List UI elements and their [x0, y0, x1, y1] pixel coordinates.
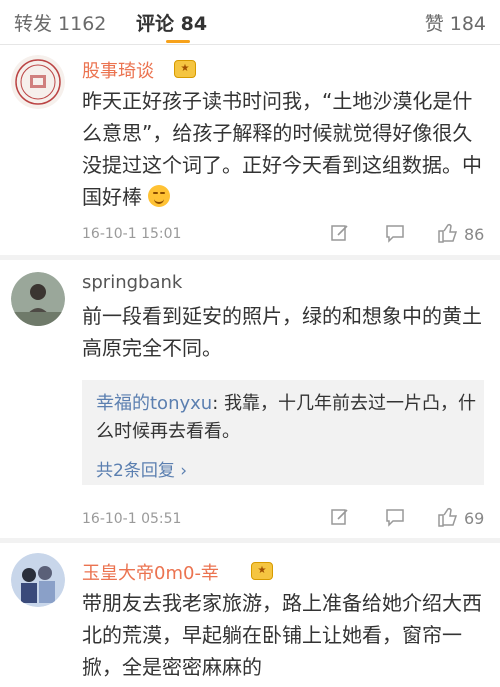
avatar[interactable] [11, 55, 65, 109]
reply-username[interactable]: 幸福的tonyxu [96, 393, 212, 414]
comment-username[interactable]: 股事琦谈 [82, 57, 154, 83]
tab-comments[interactable]: 评论 84 [136, 9, 207, 36]
comment-item: 玉皇大帝0m0-幸 ★ 带朋友去我老家旅游，路上准备给她介绍大西北的荒漠，早起躺… [0, 543, 500, 687]
edit-icon[interactable] [330, 507, 350, 527]
reply-box[interactable]: 幸福的tonyxu: 我靠，十几年前去过一片凸，什么时候再去看看。 共2条回复 … [82, 380, 484, 485]
like-count: 69 [464, 509, 485, 528]
edit-icon[interactable] [330, 223, 350, 243]
vip-badge-icon: ★ [174, 60, 196, 78]
active-tab-indicator [166, 40, 190, 43]
comment-text: 带朋友去我老家旅游，路上准备给她介绍大西北的荒漠，早起躺在卧铺上让她看，窗帘一掀… [82, 591, 482, 679]
avatar-seal-icon [11, 55, 65, 109]
comment-username[interactable]: 玉皇大帝0m0-幸 [82, 559, 219, 585]
thumbs-up-icon[interactable] [437, 222, 459, 244]
tab-likes[interactable]: 赞 184 [425, 9, 486, 36]
comment-item: 股事琦谈 ★ 昨天正好孩子读书时问我，“土地沙漠化是什么意思”，给孩子解释的时候… [0, 45, 500, 255]
avatar-photo-icon [11, 272, 65, 326]
view-more-replies-link[interactable]: 共2条回复 › [96, 456, 187, 481]
avatar[interactable] [11, 272, 65, 326]
comment-text-content: 昨天正好孩子读书时问我，“土地沙漠化是什么意思”，给孩子解释的时候就觉得好像很久… [82, 89, 482, 209]
smile-emoji-icon [148, 185, 171, 207]
chat-bubble-icon[interactable] [384, 507, 406, 527]
comment-tabs: 转发 1162 评论 84 赞 184 [0, 0, 500, 45]
tab-repost[interactable]: 转发 1162 [14, 9, 106, 36]
chat-bubble-icon[interactable] [384, 223, 406, 243]
thumbs-up-icon[interactable] [437, 506, 459, 528]
comment-item: springbank 前一段看到延安的照片，绿的和想象中的黄土高原完全不同。 幸… [0, 260, 500, 538]
avatar-anime-icon [11, 553, 65, 607]
avatar[interactable] [11, 553, 65, 607]
comment-text: 昨天正好孩子读书时问我，“土地沙漠化是什么意思”，给孩子解释的时候就觉得好像很久… [82, 85, 482, 213]
reply-text: 幸福的tonyxu: 我靠，十几年前去过一片凸，什么时候再去看看。 [96, 390, 476, 446]
comment-timestamp: 16-10-1 05:51 [82, 511, 182, 527]
comment-text: 前一段看到延安的照片，绿的和想象中的黄土高原完全不同。 [82, 304, 482, 360]
comment-username[interactable]: springbank [82, 272, 182, 293]
vip-badge-icon: ★ [251, 562, 273, 580]
comment-timestamp: 16-10-1 15:01 [82, 226, 182, 242]
like-count: 86 [464, 225, 485, 244]
